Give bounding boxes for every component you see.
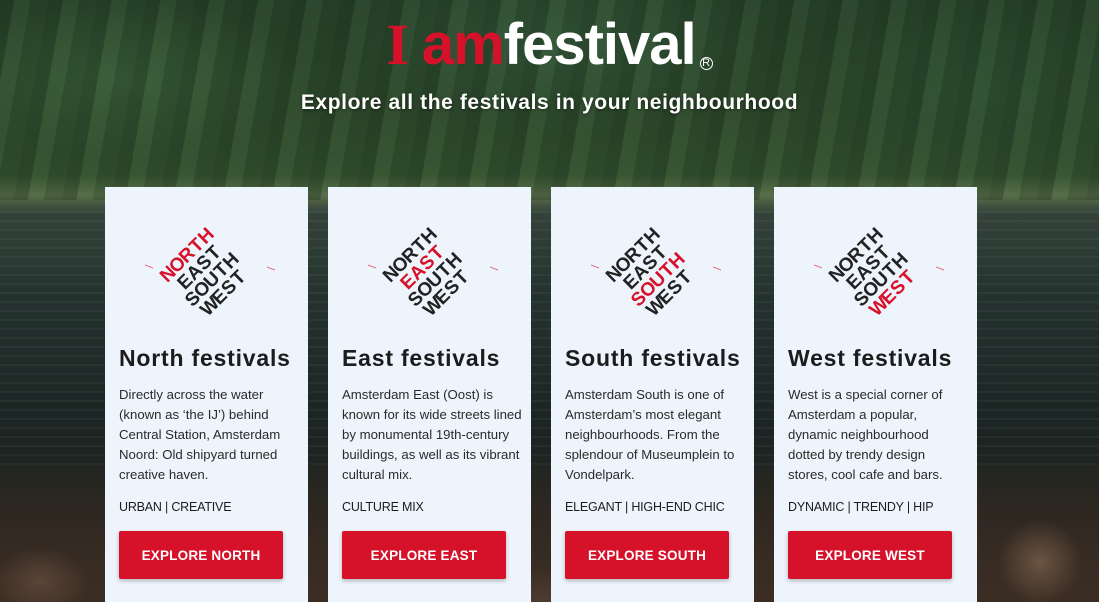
card-tags: DYNAMIC | TRENDY | HIP [788,500,934,514]
emblem-tick [489,266,499,271]
emblem-tick [813,264,823,269]
card-north: NORTHEASTSOUTHWEST North festivals Direc… [105,187,308,602]
neighbourhood-cards: NORTHEASTSOUTHWEST North festivals Direc… [105,187,977,602]
card-description: Amsterdam East (Oost) is known for its w… [342,387,522,482]
logo-festival: festival [503,12,697,77]
emblem-tick [712,266,722,271]
card-tags: ELEGANT | HIGH-END CHIC [565,500,725,514]
card-description: Directly across the water (known as ‘the… [119,387,281,482]
card-title: South festivals [565,345,741,371]
card-west: NORTHEASTSOUTHWEST West festivals West i… [774,187,977,602]
card-description: West is a special corner of Amsterdam a … [788,387,943,482]
emblem-tick [935,266,945,271]
card-description: Amsterdam South is one of Amsterdam’s mo… [565,387,735,482]
emblem-tick [144,264,154,269]
explore-north-button[interactable]: EXPLORE NORTH [119,531,283,579]
emblem-tick [590,264,600,269]
explore-south-button[interactable]: EXPLORE SOUTH [565,531,729,579]
card-tags: URBAN | CREATIVE [119,500,232,514]
emblem-tick [266,266,276,271]
explore-west-button[interactable]: EXPLORE WEST [788,531,952,579]
registered-mark-icon: R [699,57,713,70]
card-tags: CULTURE MIX [342,500,424,514]
site-header: I am festival R Explore all the festival… [0,14,1099,115]
card-title: East festivals [342,345,501,371]
page-tagline: Explore all the festivals in your neighb… [300,91,799,114]
card-east: NORTHEASTSOUTHWEST East festivals Amster… [328,187,531,602]
compass-word-emblem: NORTHEASTSOUTHWEST [774,187,977,347]
compass-word-emblem: NORTHEASTSOUTHWEST [328,187,531,347]
compass-word-emblem: NORTHEASTSOUTHWEST [105,187,308,347]
logo-am: am [421,12,505,77]
logo-i: I [386,12,409,77]
card-title: North festivals [119,345,291,371]
card-title: West festivals [788,345,953,371]
card-south: NORTHEASTSOUTHWEST South festivals Amste… [551,187,754,602]
emblem-tick [367,264,377,269]
compass-word-emblem: NORTHEASTSOUTHWEST [551,187,754,347]
explore-east-button[interactable]: EXPLORE EAST [342,531,506,579]
iamfestival-logo[interactable]: I am festival R [386,12,713,77]
